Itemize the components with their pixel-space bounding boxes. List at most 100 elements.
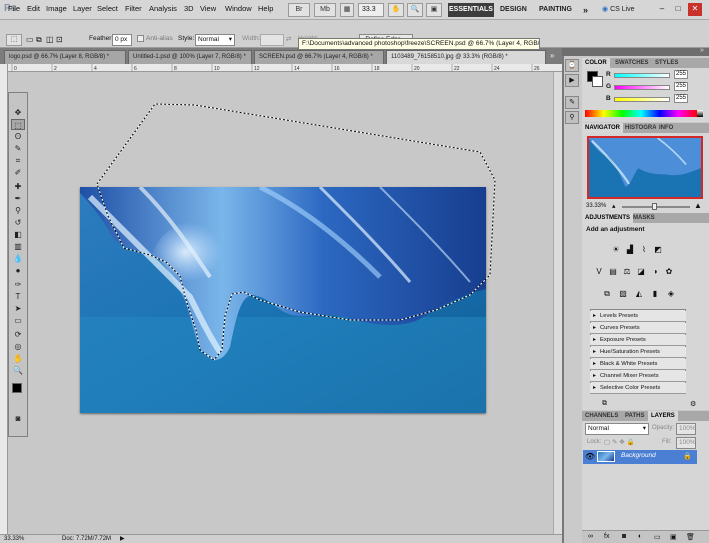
color-panel-bg-swatch[interactable] — [592, 76, 603, 87]
exposure-icon[interactable]: ◩ — [653, 245, 663, 255]
blend-mode-select[interactable]: Normal ▾ — [585, 423, 649, 435]
levels-icon[interactable]: ▟ — [625, 245, 635, 255]
zoom-tool-icon[interactable]: 🔍 — [11, 365, 25, 376]
brightness-contrast-icon[interactable]: ☀ — [611, 245, 621, 255]
preset-curves[interactable]: Curves Presets — [590, 323, 686, 334]
brush-tool-icon[interactable]: ✒ — [11, 193, 25, 204]
tab-info[interactable]: INFO — [656, 123, 676, 133]
tab-navigator[interactable]: NAVIGATOR — [582, 123, 624, 133]
tab-histogram[interactable]: HISTOGRAM — [622, 123, 656, 133]
color-balance-icon[interactable]: ⚖ — [622, 267, 632, 277]
threshold-icon[interactable]: ◭ — [634, 289, 644, 299]
tab-adjustments[interactable]: ADJUSTMENTS — [582, 213, 634, 223]
channel-g-slider[interactable] — [614, 85, 670, 90]
preset-levels[interactable]: Levels Presets — [590, 311, 686, 322]
gradient-tool-icon[interactable]: ▥ — [11, 241, 25, 252]
zoom-in-icon[interactable]: ▲ — [694, 201, 702, 210]
new-group-icon[interactable]: ▭ — [654, 533, 661, 541]
black-white-ramp[interactable] — [697, 110, 703, 117]
hand-tool-icon[interactable]: ✋ — [11, 353, 25, 364]
eraser-tool-icon[interactable]: ◧ — [11, 229, 25, 240]
navigator-thumbnail[interactable] — [587, 136, 703, 199]
rectangular-marquee-tool-icon[interactable]: ⬚ — [11, 119, 25, 130]
status-menu-arrow-icon[interactable]: ▶ — [120, 535, 125, 543]
tab-color[interactable]: COLOR — [582, 58, 610, 68]
selective-color-icon[interactable]: ◈ — [666, 289, 676, 299]
channel-r-slider[interactable] — [614, 73, 670, 78]
preset-exposure[interactable]: Exposure Presets — [590, 335, 686, 346]
vibrance-icon[interactable]: V — [594, 267, 604, 277]
vertical-scrollbar[interactable] — [553, 72, 562, 534]
adjustment-clip-icon[interactable]: ⧉ — [602, 400, 607, 408]
preset-hue-saturation[interactable]: Hue/Saturation Presets — [590, 347, 686, 358]
opacity-input[interactable]: 100% — [676, 423, 696, 435]
layer-mask-icon[interactable]: ◙ — [622, 533, 626, 540]
move-tool-icon[interactable]: ✥ — [11, 107, 25, 118]
minimize-icon[interactable]: – — [655, 3, 669, 16]
close-icon[interactable]: ✕ — [688, 3, 702, 16]
channel-g-value[interactable]: 255 — [674, 82, 688, 91]
cs-live-button[interactable]: ◉ CS Live — [602, 3, 648, 17]
channel-r-value[interactable]: 255 — [674, 70, 688, 79]
channel-mixer-icon[interactable]: ✿ — [664, 267, 674, 277]
pen-tool-icon[interactable]: ✑ — [11, 279, 25, 290]
3d-orbit-tool-icon[interactable]: ◎ — [11, 341, 25, 352]
navigator-slider-thumb[interactable] — [652, 203, 657, 210]
path-selection-tool-icon[interactable]: ➤ — [11, 303, 25, 314]
curves-icon[interactable]: ⌇ — [639, 245, 649, 255]
tab-masks[interactable]: MASKS — [630, 213, 658, 223]
preset-channel-mixer[interactable]: Channel Mixer Presets — [590, 371, 686, 382]
collapse-panels-icon[interactable]: » — [700, 47, 704, 54]
zoom-out-icon[interactable]: ▴ — [612, 202, 616, 210]
quick-mask-icon[interactable]: ◙ — [11, 413, 25, 424]
layer-name[interactable]: Background — [621, 452, 656, 459]
navigator-zoom-value[interactable]: 33.33% — [586, 203, 606, 209]
hue-saturation-icon[interactable]: ▤ — [608, 267, 618, 277]
black-white-icon[interactable]: ◪ — [636, 267, 646, 277]
lock-icons[interactable]: ▢ ✎ ✥ 🔒 — [604, 438, 635, 446]
color-spectrum-ramp[interactable] — [585, 110, 697, 117]
mini-panel-clone-icon[interactable]: ⚲ — [565, 111, 579, 124]
tab-paths[interactable]: PATHS — [622, 411, 647, 421]
eyedropper-tool-icon[interactable]: ✐ — [11, 167, 25, 178]
adjustment-options-icon[interactable]: ⚙ — [690, 400, 696, 408]
fill-input[interactable]: 100% — [676, 437, 696, 449]
layer-style-icon[interactable]: fx — [604, 533, 609, 540]
type-tool-icon[interactable]: T — [11, 291, 25, 302]
maximize-icon[interactable]: □ — [671, 3, 685, 16]
delete-layer-icon[interactable]: 🗑 — [686, 533, 695, 541]
mini-panel-actions-icon[interactable]: ▶ — [565, 74, 579, 87]
link-layers-icon[interactable]: ∞ — [588, 533, 593, 540]
tab-channels[interactable]: CHANNELS — [582, 411, 621, 421]
shape-tool-icon[interactable]: ▭ — [11, 315, 25, 326]
tab-swatches[interactable]: SWATCHES — [612, 58, 652, 68]
clone-stamp-tool-icon[interactable]: ⚲ — [11, 205, 25, 216]
preset-black-white[interactable]: Black & White Presets — [590, 359, 686, 370]
adjustment-layer-icon[interactable]: ◐ — [638, 533, 642, 540]
spot-healing-tool-icon[interactable]: ✚ — [11, 181, 25, 192]
layer-row-background[interactable]: 👁 Background 🔒 — [583, 450, 697, 464]
posterize-icon[interactable]: ▨ — [618, 289, 628, 299]
channel-b-slider[interactable] — [614, 97, 670, 102]
blur-tool-icon[interactable]: 💧 — [11, 253, 25, 264]
crop-tool-icon[interactable]: ⌗ — [11, 155, 25, 166]
mini-panel-brush-icon[interactable]: ✎ — [565, 96, 579, 109]
gradient-map-icon[interactable]: ▮ — [650, 289, 660, 299]
status-zoom[interactable]: 33.33% — [4, 535, 24, 543]
preset-selective-color[interactable]: Selective Color Presets — [590, 383, 686, 394]
tab-layers[interactable]: LAYERS — [648, 411, 678, 421]
quick-selection-tool-icon[interactable]: ✎ — [11, 143, 25, 154]
photo-filter-icon[interactable]: ◑ — [650, 267, 660, 277]
history-brush-tool-icon[interactable]: ↺ — [11, 217, 25, 228]
channel-b-value[interactable]: 255 — [674, 94, 688, 103]
mini-panel-history-icon[interactable]: ⌚ — [565, 59, 579, 72]
tab-styles[interactable]: STYLES — [652, 58, 681, 68]
invert-icon[interactable]: ⧉ — [602, 289, 612, 299]
lasso-tool-icon[interactable]: ʘ — [11, 131, 25, 142]
dodge-tool-icon[interactable]: ● — [11, 265, 25, 276]
visibility-eye-icon[interactable]: 👁 — [585, 452, 595, 461]
3d-rotate-tool-icon[interactable]: ⟳ — [11, 329, 25, 340]
foreground-color-swatch[interactable] — [12, 383, 22, 393]
new-layer-icon[interactable]: ▣ — [670, 533, 677, 541]
workspace-more[interactable]: » — [583, 3, 588, 17]
